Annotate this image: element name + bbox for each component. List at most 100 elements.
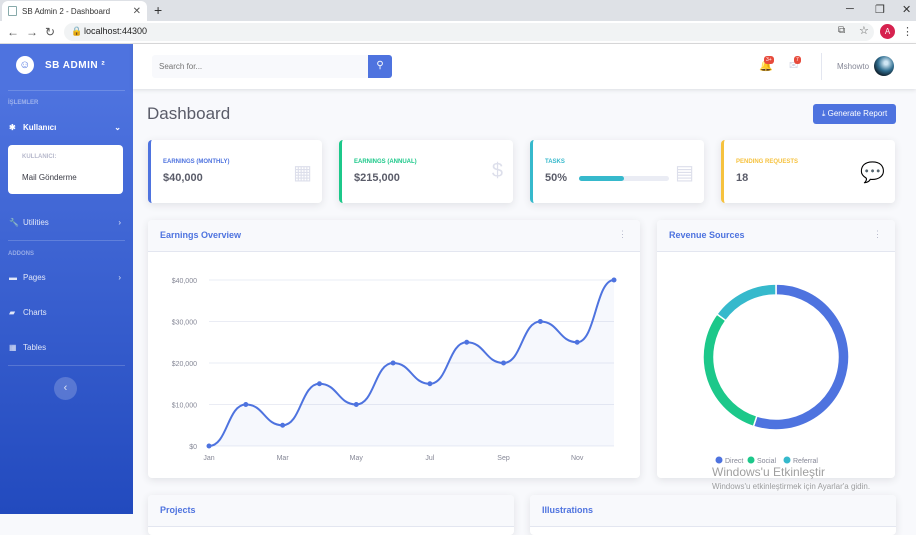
page-title: Dashboard (147, 104, 231, 123)
data-point (611, 277, 617, 283)
legend-marker (783, 456, 791, 464)
folder-icon: ▬ (9, 272, 17, 282)
panel-title: Revenue Sources (669, 230, 745, 240)
close-tab-icon[interactable]: ✕ (133, 6, 141, 17)
search-input[interactable] (152, 55, 368, 78)
chevron-right-icon: › (118, 217, 121, 227)
revenue-sources-panel: Revenue Sources ⋮ Direct Social Referral (657, 220, 895, 478)
clipboard-list-icon: ▤ (675, 162, 694, 184)
minimize-icon[interactable]: ─ (846, 3, 854, 15)
windows-activation-watermark: Windows'u Etkinleştir Windows'u etkinleş… (712, 465, 870, 491)
data-point (501, 360, 507, 366)
url-bar[interactable]: 🔒 localhost:44300 ⧉ ☆ (64, 23, 874, 41)
messages-badge: 7 (794, 56, 801, 64)
chart-area-icon: ▰ (9, 307, 16, 317)
account-avatar[interactable]: A (880, 24, 895, 39)
browser-tab[interactable]: SB Admin 2 - Dashboard ✕ (2, 1, 147, 21)
data-point (574, 339, 580, 345)
sidebar-item-label: Pages (23, 272, 46, 282)
wrench-icon: 🔧 (9, 217, 19, 227)
lock-icon: 🔒 (71, 26, 83, 36)
legend-label: Social (757, 458, 777, 465)
y-tick-label: $40,000 (172, 278, 197, 285)
brand-name: SB ADMIN ² (45, 59, 106, 71)
card-value: $215,000 (354, 172, 400, 184)
data-point (206, 443, 212, 449)
sidebar-divider (8, 240, 125, 241)
card-value: $40,000 (163, 172, 203, 184)
page-icon (8, 6, 17, 16)
browser-tab-bar: SB Admin 2 - Dashboard ✕ + ─ ❐ ✕ (0, 0, 916, 21)
sidebar-item-pages[interactable]: ▬ Pages › (0, 267, 133, 287)
sidebar-item-utilities[interactable]: 🔧 Utilities › (0, 212, 133, 232)
card-value: 50% (545, 172, 568, 184)
revenue-donut-chart: Direct Social Referral (702, 283, 850, 465)
chevron-down-icon: ⌄ (114, 122, 121, 132)
panel-header: Projects (148, 495, 514, 527)
sidebar: ☺ SB ADMIN ² İŞLEMLER ✱ Kullanıcı ⌄ KULL… (0, 44, 133, 514)
brand[interactable]: ☺ SB ADMIN ² (16, 56, 105, 74)
sidebar-item-charts[interactable]: ▰ Charts (0, 302, 133, 322)
tasks-card: TASKS 50% ▤ (530, 140, 704, 203)
avatar[interactable] (874, 56, 894, 76)
bell-icon[interactable]: 🔔 3+ (759, 56, 774, 72)
topbar-divider (821, 53, 822, 80)
legend-marker (747, 456, 755, 464)
table-icon: ▦ (9, 342, 17, 352)
sidebar-item-label: Charts (23, 307, 47, 317)
browser-menu-icon[interactable]: ⋮ (902, 25, 913, 38)
more-vertical-icon[interactable]: ⋮ (618, 229, 627, 240)
forward-icon[interactable]: → (26, 25, 38, 39)
sidebar-item-label: Utilities (23, 217, 49, 227)
legend-marker (715, 456, 723, 464)
maximize-icon[interactable]: ❐ (875, 3, 885, 16)
panel-header: Earnings Overview ⋮ (148, 220, 640, 252)
bookmark-star-icon[interactable]: ☆ (859, 24, 869, 37)
sidebar-item-label: Kullanıcı (23, 122, 57, 132)
collapse-menu: KULLANICI: Mail Gönderme (8, 145, 123, 194)
alerts-badge: 3+ (764, 56, 774, 64)
panel-header: Illustrations (530, 495, 896, 527)
watermark-title: Windows'u Etkinleştir (712, 465, 825, 479)
x-tick-label: Sep (497, 455, 510, 462)
sidebar-item-tables[interactable]: ▦ Tables (0, 337, 133, 357)
close-window-icon[interactable]: ✕ (902, 3, 911, 16)
sidebar-toggle-button[interactable]: ‹ (54, 377, 77, 400)
data-point (390, 360, 396, 366)
generate-report-button[interactable]: ⤓ Generate Report (813, 104, 896, 124)
earnings-overview-panel: Earnings Overview ⋮ $0 $10,000 $20,000 $30,… (148, 220, 640, 478)
user-name[interactable]: Mshowto (837, 62, 869, 71)
more-vertical-icon[interactable]: ⋮ (873, 229, 882, 240)
collapse-item-mail-gonderme[interactable]: Mail Gönderme (22, 173, 77, 182)
back-icon[interactable]: ← (7, 25, 19, 39)
card-value: 18 (736, 172, 749, 184)
donut-slice-referral (715, 283, 777, 322)
sidebar-heading-islemler: İŞLEMLER (8, 100, 39, 106)
sidebar-divider (8, 90, 125, 91)
card-label: PENDING REQUESTS (736, 159, 799, 165)
sidebar-item-kullanici[interactable]: ✱ Kullanıcı ⌄ (0, 117, 133, 137)
x-tick-label: Mar (277, 455, 290, 462)
translate-icon[interactable]: ⧉ (838, 25, 845, 36)
chevron-right-icon: › (118, 272, 121, 282)
legend-label: Referral (793, 458, 818, 465)
dollar-icon: $ (491, 160, 503, 182)
x-tick-label: Jul (425, 455, 434, 462)
search-icon: ⚲ (376, 60, 384, 71)
data-point (316, 381, 322, 387)
reload-icon[interactable]: ↻ (45, 25, 55, 39)
data-point (427, 381, 433, 387)
sidebar-divider (8, 365, 125, 366)
sidebar-heading-addons: ADDONS (8, 251, 35, 257)
data-point (537, 319, 543, 324)
cog-icon: ✱ (9, 122, 16, 132)
illustrations-panel: Illustrations (530, 495, 896, 535)
address-bar-row: ← → ↻ 🔒 localhost:44300 ⧉ ☆ A ⋮ (0, 21, 916, 44)
y-tick-label: $20,000 (172, 361, 197, 368)
topbar: ⚲ 🔔3+ ✉7 Mshowto (133, 44, 916, 89)
x-tick-label: May (350, 455, 364, 462)
envelope-icon[interactable]: ✉ 7 (789, 56, 801, 72)
new-tab-button[interactable]: + (154, 2, 162, 18)
earnings-annual-card: EARNINGS (ANNUAL) $215,000 $ (339, 140, 513, 203)
search-button[interactable]: ⚲ (368, 55, 392, 78)
